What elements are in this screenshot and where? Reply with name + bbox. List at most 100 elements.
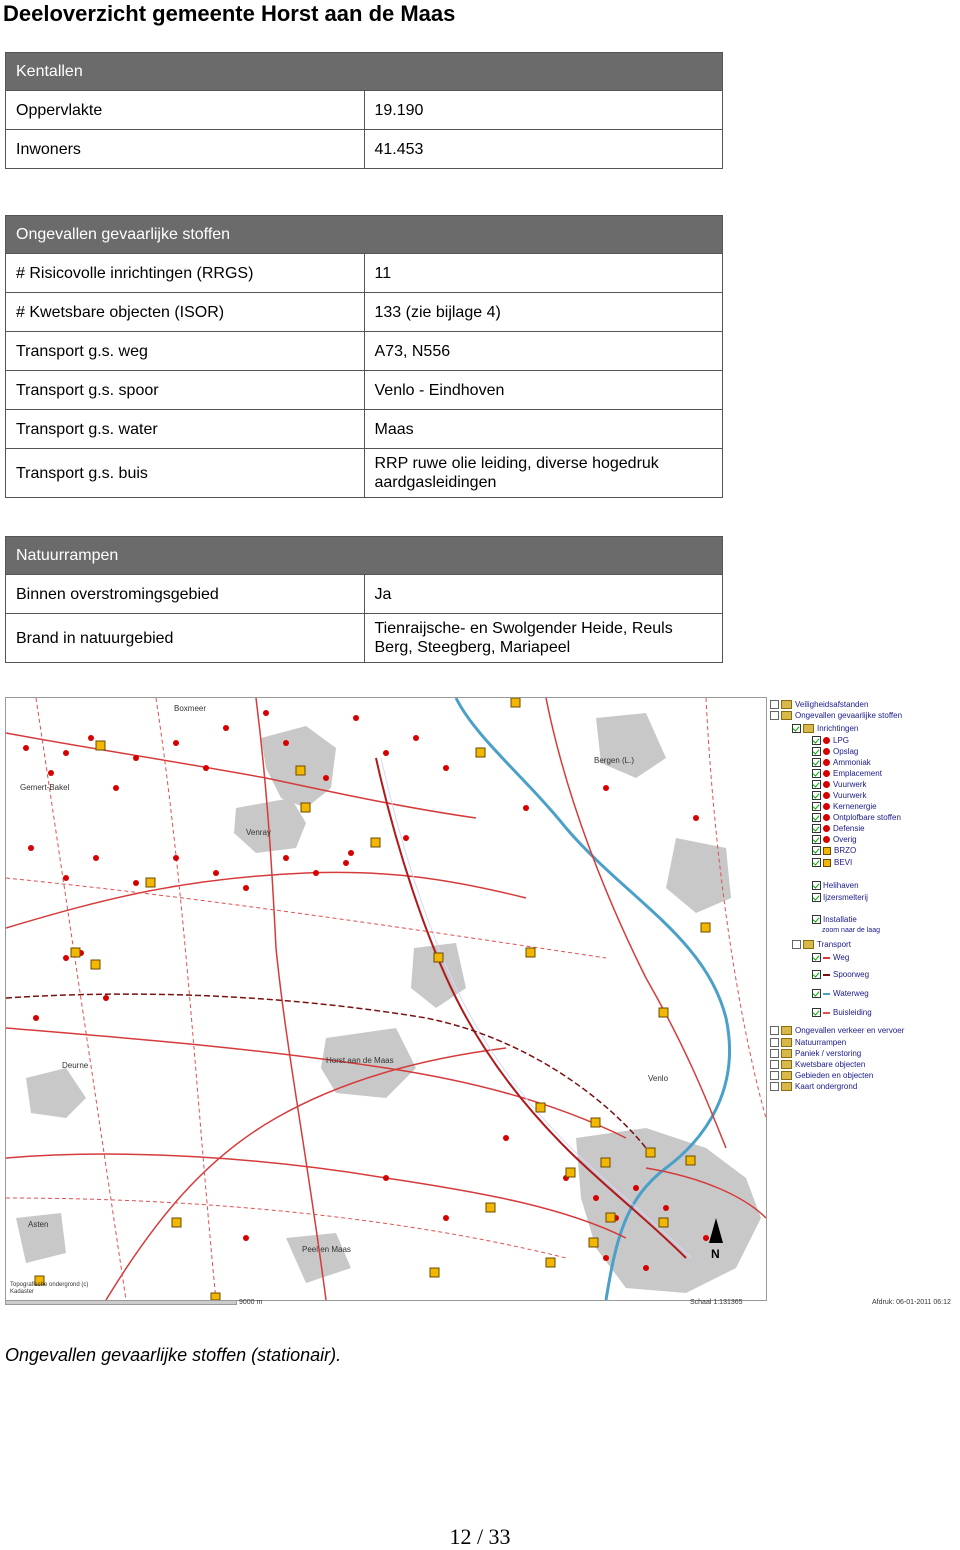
legend-item[interactable]: Kaart ondergrond: [770, 1081, 857, 1092]
rrgs-value: 11: [363, 253, 723, 293]
red-dot-icon: [823, 792, 830, 800]
zoom-link[interactable]: zoom naar de laag: [822, 925, 880, 936]
checkbox: [812, 953, 821, 963]
folder-icon: [781, 1082, 792, 1092]
box-marker-icon: [823, 846, 831, 855]
folder-icon: [781, 700, 792, 710]
inwoners-value: 41.453: [363, 129, 723, 169]
red-dot-icon: [823, 836, 830, 844]
water-line-icon: [823, 992, 830, 995]
legend-item[interactable]: Weg: [812, 952, 849, 963]
pipe-line-icon: [823, 1011, 830, 1014]
legend-item[interactable]: Emplacement: [812, 768, 882, 779]
folder-icon: [803, 940, 814, 950]
map-label-gemert-bakel: Gemert-Bakel: [20, 783, 70, 792]
legend-item[interactable]: LPG: [812, 735, 849, 746]
checkbox: [812, 758, 821, 768]
oppervlakte-value: 19.190: [363, 90, 723, 130]
overstroming-value: Ja: [363, 574, 723, 614]
checkbox: [792, 724, 801, 734]
transport-water-value: Maas: [363, 409, 723, 449]
legend-item[interactable]: Vuurwerk: [812, 779, 867, 790]
legend-item[interactable]: Helihaven: [812, 880, 859, 891]
map-label-peel-en-maas: Peel en Maas: [302, 1245, 351, 1254]
map-label-deurne: Deurne: [62, 1061, 89, 1070]
legend-item[interactable]: Natuurrampen: [770, 1037, 846, 1048]
transport-spoor-label: Transport g.s. spoor: [5, 370, 365, 410]
north-label: N: [711, 1247, 720, 1261]
isor-label: # Kwetsbare objecten (ISOR): [5, 292, 365, 332]
transport-weg-label: Transport g.s. weg: [5, 331, 365, 371]
legend-item[interactable]: BEVI: [812, 857, 852, 868]
kentallen-table: Kentallen Oppervlakte 19.190 Inwoners 41.4…: [5, 52, 723, 169]
transport-buis-value: RRP ruwe olie leiding, diverse hogedruk …: [363, 448, 723, 498]
legend-item[interactable]: Opslag: [812, 746, 858, 757]
risk-map[interactable]: N Boxmeer Gemert-Bakel Venray Bergen (L.…: [5, 697, 767, 1301]
checkbox: [812, 846, 821, 856]
map-label-venray: Venray: [246, 828, 271, 837]
folder-icon: [781, 1038, 792, 1048]
natuurbrand-value: Tienraijsche- en Swolgender Heide, Reuls…: [363, 613, 723, 663]
map-credit: Topografische ondergrond (c) Kadaster: [10, 1282, 89, 1295]
legend-item[interactable]: Ammoniak: [812, 757, 871, 768]
legend-item[interactable]: Paniek / verstoring: [770, 1048, 861, 1059]
figure-caption: Ongevallen gevaarlijke stoffen (stationa…: [5, 1345, 342, 1365]
kentallen-header: Kentallen: [5, 52, 723, 91]
red-dot-icon: [823, 814, 830, 822]
natuurbrand-label: Brand in natuurgebied: [5, 613, 365, 663]
legend-item[interactable]: Vuurwerk: [812, 790, 867, 801]
checkbox: [812, 881, 821, 891]
legend-item[interactable]: Ijzersmelterij: [812, 892, 868, 903]
legend-item[interactable]: Waterweg: [812, 988, 869, 999]
map-label-bergen: Bergen (L.): [594, 756, 635, 765]
urban-areas: [16, 713, 761, 1293]
folder-icon: [781, 1071, 792, 1081]
rrgs-label: # Risicovolle inrichtingen (RRGS): [5, 253, 365, 293]
map-label-boxmeer: Boxmeer: [174, 704, 207, 713]
checkbox: [812, 835, 821, 845]
legend-item[interactable]: Installatie: [812, 914, 857, 925]
legend-item[interactable]: Inrichtingen: [792, 723, 858, 734]
folder-icon: [781, 1049, 792, 1059]
checkbox: [812, 1008, 821, 1018]
overstroming-label: Binnen overstromingsgebied: [5, 574, 365, 614]
legend-item[interactable]: Veiligheidsafstanden: [770, 699, 868, 710]
checkbox: [812, 824, 821, 834]
red-dot-icon: [823, 770, 830, 778]
folder-icon: [803, 724, 814, 734]
legend-item[interactable]: BRZO: [812, 845, 856, 856]
legend-item[interactable]: Kernenergie: [812, 801, 877, 812]
scale-bar-label: 9000 m: [238, 1299, 263, 1306]
legend-item[interactable]: Overig: [812, 834, 857, 845]
checkbox: [812, 791, 821, 801]
map-label-asten: Asten: [28, 1220, 49, 1229]
legend-item[interactable]: Gebieden en objecten: [770, 1070, 873, 1081]
legend-item[interactable]: Buisleiding: [812, 1007, 872, 1018]
legend-item[interactable]: Defensie: [812, 823, 865, 834]
isor-value: 133 (zie bijlage 4): [363, 292, 723, 332]
transport-buis-label: Transport g.s. buis: [5, 448, 365, 498]
legend-item[interactable]: Spoorweg: [812, 969, 869, 980]
folder-icon: [781, 1026, 792, 1036]
map-label-venlo: Venlo: [648, 1074, 669, 1083]
red-dot-icon: [823, 759, 830, 767]
transport-water-label: Transport g.s. water: [5, 409, 365, 449]
red-dot-icon: [823, 748, 830, 756]
legend-item[interactable]: Transport: [792, 939, 851, 950]
transport-weg-value: A73, N556: [363, 331, 723, 371]
folder-icon: [781, 1060, 792, 1070]
scale-bar: 9000 m: [5, 1299, 262, 1306]
legend-item[interactable]: Kwetsbare objecten: [770, 1059, 865, 1070]
checkbox: [812, 747, 821, 757]
legend-item[interactable]: Ongevallen gevaarlijke stoffen: [770, 710, 902, 721]
map-label-horst: Horst aan de Maas: [326, 1056, 394, 1065]
legend-item[interactable]: Ontplofbare stoffen: [812, 812, 901, 823]
red-dot-icon: [823, 825, 830, 833]
checkbox: [812, 915, 821, 925]
checkbox: [812, 970, 821, 980]
legend-item[interactable]: Ongevallen verkeer en vervoer: [770, 1025, 904, 1036]
natuurrampen-table: Natuurrampen Binnen overstromingsgebied J…: [5, 536, 723, 663]
red-dot-icon: [823, 737, 830, 745]
checkbox: [812, 802, 821, 812]
inwoners-label: Inwoners: [5, 129, 365, 169]
